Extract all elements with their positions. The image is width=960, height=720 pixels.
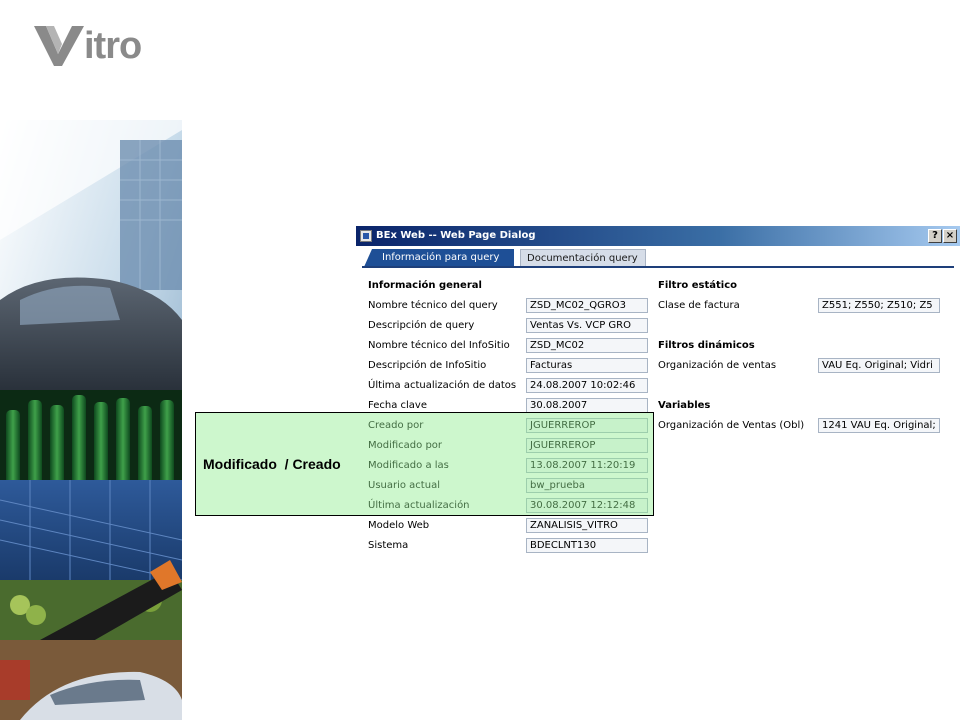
section-informacion-general: Información general [368,280,482,291]
value-organizacion-ventas-obl: 1241 VAU Eq. Original; [818,418,940,433]
value-nombre-tecnico-infositio: ZSD_MC02 [526,338,648,353]
label-descripcion-infositio: Descripción de InfoSitio [368,360,487,371]
logo-text: itro [84,25,142,67]
value-modelo-web: ZANALISIS_VITRO [526,518,648,533]
vitro-logo-mark [34,26,84,66]
value-descripcion-query: Ventas Vs. VCP GRO [526,318,648,333]
value-nombre-tecnico-query: ZSD_MC02_QGRO3 [526,298,648,313]
tab-informacion-query[interactable]: Información para query [364,249,514,267]
label-organizacion-de-ventas: Organización de ventas [658,360,777,371]
value-sistema: BDECLNT130 [526,538,648,553]
help-button[interactable]: ? [928,229,942,243]
section-filtro-estatico: Filtro estático [658,280,738,291]
value-ultima-actualizacion-datos: 24.08.2007 10:02:46 [526,378,648,393]
section-variables: Variables [658,400,711,411]
tab-documentacion-query[interactable]: Documentación query [520,249,646,267]
label-nombre-tecnico-infositio: Nombre técnico del InfoSitio [368,340,510,351]
tab-bar: Información para query Documentación que… [356,246,960,268]
label-descripcion-query: Descripción de query [368,320,475,331]
value-fecha-clave: 30.08.2007 [526,398,648,413]
label-clase-de-factura: Clase de factura [658,300,740,311]
close-button[interactable]: × [943,229,957,243]
tab-underline [362,266,954,268]
value-organizacion-de-ventas: VAU Eq. Original; Vidri [818,358,940,373]
dialog-titlebar[interactable]: BEx Web -- Web Page Dialog ? × [356,226,960,246]
value-clase-de-factura: Z551; Z550; Z510; Z5 [818,298,940,313]
window-icon [360,230,372,242]
label-organizacion-ventas-obl: Organización de Ventas (Obl) [658,420,805,431]
section-filtros-dinamicos: Filtros dinámicos [658,340,755,351]
vitro-logo: itro [32,24,152,68]
label-sistema: Sistema [368,540,409,551]
label-ultima-actualizacion-datos: Última actualización de datos [368,380,517,391]
label-fecha-clave: Fecha clave [368,400,427,411]
label-nombre-tecnico-query: Nombre técnico del query [368,300,498,311]
highlight-label: Modificado / Creado [203,456,341,472]
label-modelo-web: Modelo Web [368,520,430,531]
dialog-title: BEx Web -- Web Page Dialog [376,230,536,241]
value-descripcion-infositio: Facturas [526,358,648,373]
photo-collage [0,120,182,720]
